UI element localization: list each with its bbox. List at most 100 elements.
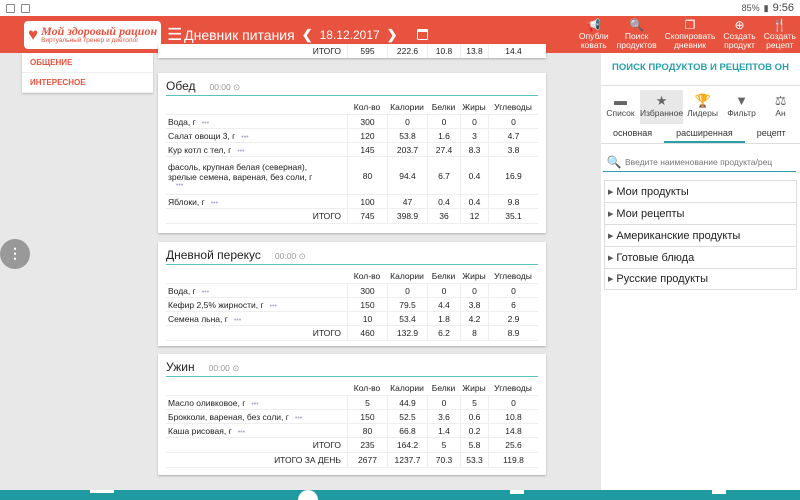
- category-item[interactable]: ▶ Русские продукты: [604, 268, 797, 290]
- food-value: 1.8: [427, 312, 460, 325]
- food-name: Яблоки, г •••: [166, 197, 347, 207]
- nav-tab-stats-icon[interactable]: [298, 490, 318, 500]
- total-value: 53.3: [460, 453, 488, 467]
- more-dots-icon[interactable]: •••: [270, 303, 277, 310]
- tab-4[interactable]: ⚖ Ан: [761, 90, 800, 124]
- more-dots-icon[interactable]: •••: [237, 148, 244, 155]
- food-value: 4.4: [427, 298, 460, 311]
- tab-1[interactable]: ★ Избранное: [639, 90, 684, 124]
- food-row[interactable]: Семена льна, г ••• 10 53.4 1.8 4.2 2.9: [166, 312, 538, 326]
- food-name-text: Семена льна, г: [168, 313, 228, 324]
- action-button-4[interactable]: 🍴 Создать рецепт: [760, 16, 800, 53]
- food-name: Масло оливковое, г •••: [166, 398, 347, 408]
- hamburger-menu-icon[interactable]: ☰: [167, 25, 182, 45]
- tab-2[interactable]: 🏆 Лидеры: [683, 90, 722, 124]
- food-row[interactable]: Вода, г ••• 300 0 0 0 0: [166, 115, 538, 129]
- subtab-1[interactable]: расширенная: [664, 124, 745, 143]
- action-button-1[interactable]: 🔍 Поиск продуктов: [613, 16, 661, 53]
- food-row[interactable]: Кефир 2,5% жирности, г ••• 150 79.5 4.4 3.8 6: [166, 298, 538, 312]
- food-row[interactable]: Салат овощи 3, г ••• 120 53.8 1.6 3 4.7: [166, 129, 538, 143]
- food-value: 300: [347, 284, 387, 297]
- total-label: ИТОГО: [312, 211, 341, 221]
- expand-arrow-icon: ▶: [608, 188, 614, 196]
- food-value: 0: [427, 115, 460, 128]
- food-row[interactable]: Кур котл с тел, г ••• 145 203.7 27.4 8.3 3.8: [166, 143, 538, 157]
- prev-date-button[interactable]: ❮: [302, 27, 313, 43]
- food-value: 1.4: [427, 424, 460, 437]
- more-dots-icon[interactable]: •••: [241, 134, 248, 141]
- action-button-3[interactable]: ⊕ Создать продукт: [719, 16, 759, 53]
- category-item[interactable]: ▶ Американские продукты: [604, 224, 797, 246]
- subtab-2[interactable]: рецепт: [745, 124, 798, 143]
- food-row[interactable]: Масло оливковое, г ••• 5 44.9 0 5 0: [166, 396, 538, 410]
- more-dots-icon[interactable]: •••: [295, 415, 302, 422]
- more-dots-icon[interactable]: •••: [211, 200, 218, 207]
- action-button-2[interactable]: ❐ Скопировать дневник: [661, 16, 720, 53]
- food-row[interactable]: фасоль, крупная белая (северная), зрелые …: [166, 157, 538, 195]
- meal-time[interactable]: 00:00 ⊙: [275, 251, 306, 262]
- subtab-0[interactable]: основная: [601, 124, 664, 143]
- meal-header: Дневной перекус 00:00 ⊙: [158, 242, 546, 264]
- food-row[interactable]: Брокколи, вареная, без соли, г ••• 150 52.5…: [166, 410, 538, 424]
- more-dots-icon[interactable]: •••: [234, 317, 241, 324]
- food-value: 203.7: [387, 143, 427, 156]
- search-panel-title: ПОИСК ПРОДУКТОВ И РЕЦЕПТОВ ОН: [601, 53, 800, 86]
- total-value: 235: [347, 438, 387, 452]
- meal-time[interactable]: 00:00 ⊙: [209, 82, 240, 93]
- total-value: 164.2: [387, 438, 427, 452]
- food-row[interactable]: Яблоки, г ••• 100 47 0.4 0.4 9.8: [166, 195, 538, 209]
- nav-tab-diary-icon[interactable]: [90, 490, 114, 493]
- tab-0[interactable]: ▬ Список: [601, 90, 640, 124]
- more-dots-icon[interactable]: •••: [202, 120, 209, 127]
- category-item[interactable]: ▶ Мои рецепты: [604, 202, 797, 224]
- food-value: 10.8: [488, 410, 538, 423]
- action-label-line2: дневник: [673, 40, 707, 50]
- column-header: Калории: [390, 102, 424, 112]
- nav-tab-progress-icon[interactable]: [712, 490, 726, 494]
- nav-tab-chart-icon[interactable]: [510, 490, 524, 494]
- category-label: Мои рецепты: [616, 207, 685, 220]
- food-row[interactable]: Каша рисовая, г ••• 80 66.8 1.4 0.2 14.8: [166, 424, 538, 438]
- tab-3[interactable]: ▼ Фильтр: [722, 90, 761, 124]
- expand-arrow-icon: ▶: [608, 232, 614, 240]
- more-dots-icon[interactable]: •••: [251, 401, 258, 408]
- more-dots-icon[interactable]: •••: [238, 429, 245, 436]
- more-options-button[interactable]: ⋮: [0, 239, 30, 269]
- more-dots-icon[interactable]: •••: [202, 289, 209, 296]
- column-header: Жиры: [462, 383, 486, 393]
- meal-time[interactable]: 00:00 ⊙: [209, 363, 240, 374]
- food-value: 0.6: [460, 410, 488, 423]
- category-item[interactable]: ▶ Мои продукты: [604, 180, 797, 202]
- food-value: 52.5: [387, 410, 427, 423]
- food-value: 120: [347, 129, 387, 142]
- food-name-text: Салат овощи 3, г: [168, 130, 236, 141]
- food-value: 2.9: [488, 312, 538, 325]
- app-logo[interactable]: ♥ Мой здоровый рацион Виртуальный тренер …: [24, 20, 162, 49]
- total-value: 12: [460, 209, 488, 223]
- category-item[interactable]: ▶ Готовые блюда: [604, 246, 797, 268]
- menu-item-interesting[interactable]: ИНТЕРЕСНОЕ: [22, 73, 153, 93]
- total-row: ИТОГО 595 222.6 10.8 13.8 14.4: [166, 44, 538, 58]
- food-row[interactable]: Вода, г ••• 300 0 0 0 0: [166, 284, 538, 298]
- food-value: 80: [347, 424, 387, 437]
- food-value: 4.7: [488, 129, 538, 142]
- category-label: Готовые блюда: [616, 251, 695, 264]
- calendar-icon[interactable]: [416, 29, 428, 40]
- more-dots-icon[interactable]: •••: [176, 182, 347, 189]
- meal-card-snack: Дневной перекус 00:00 ⊙ Кол-во Калории Белки…: [158, 242, 546, 346]
- food-value: 5: [460, 396, 488, 409]
- search-input[interactable]: [625, 156, 796, 167]
- next-date-button[interactable]: ❯: [387, 27, 398, 43]
- menu-item-social[interactable]: ОБЩЕНИЕ: [22, 53, 153, 73]
- search-icon: 🔍: [606, 154, 622, 169]
- current-date[interactable]: 18.12.2017: [320, 28, 380, 42]
- action-label-line2: рецепт: [766, 40, 794, 50]
- meal-divider: [166, 376, 538, 377]
- tab-label: Избранное: [639, 108, 684, 118]
- food-value: 0: [488, 284, 538, 297]
- food-name: Салат овощи 3, г •••: [166, 131, 347, 141]
- breakfast-card-partial: ИТОГО 595 222.6 10.8 13.8 14.4: [158, 44, 546, 58]
- tab-label: Лидеры: [687, 108, 718, 118]
- clock-icon: ⊙: [229, 363, 240, 373]
- action-button-0[interactable]: 📢 Опубли ковать: [575, 16, 613, 53]
